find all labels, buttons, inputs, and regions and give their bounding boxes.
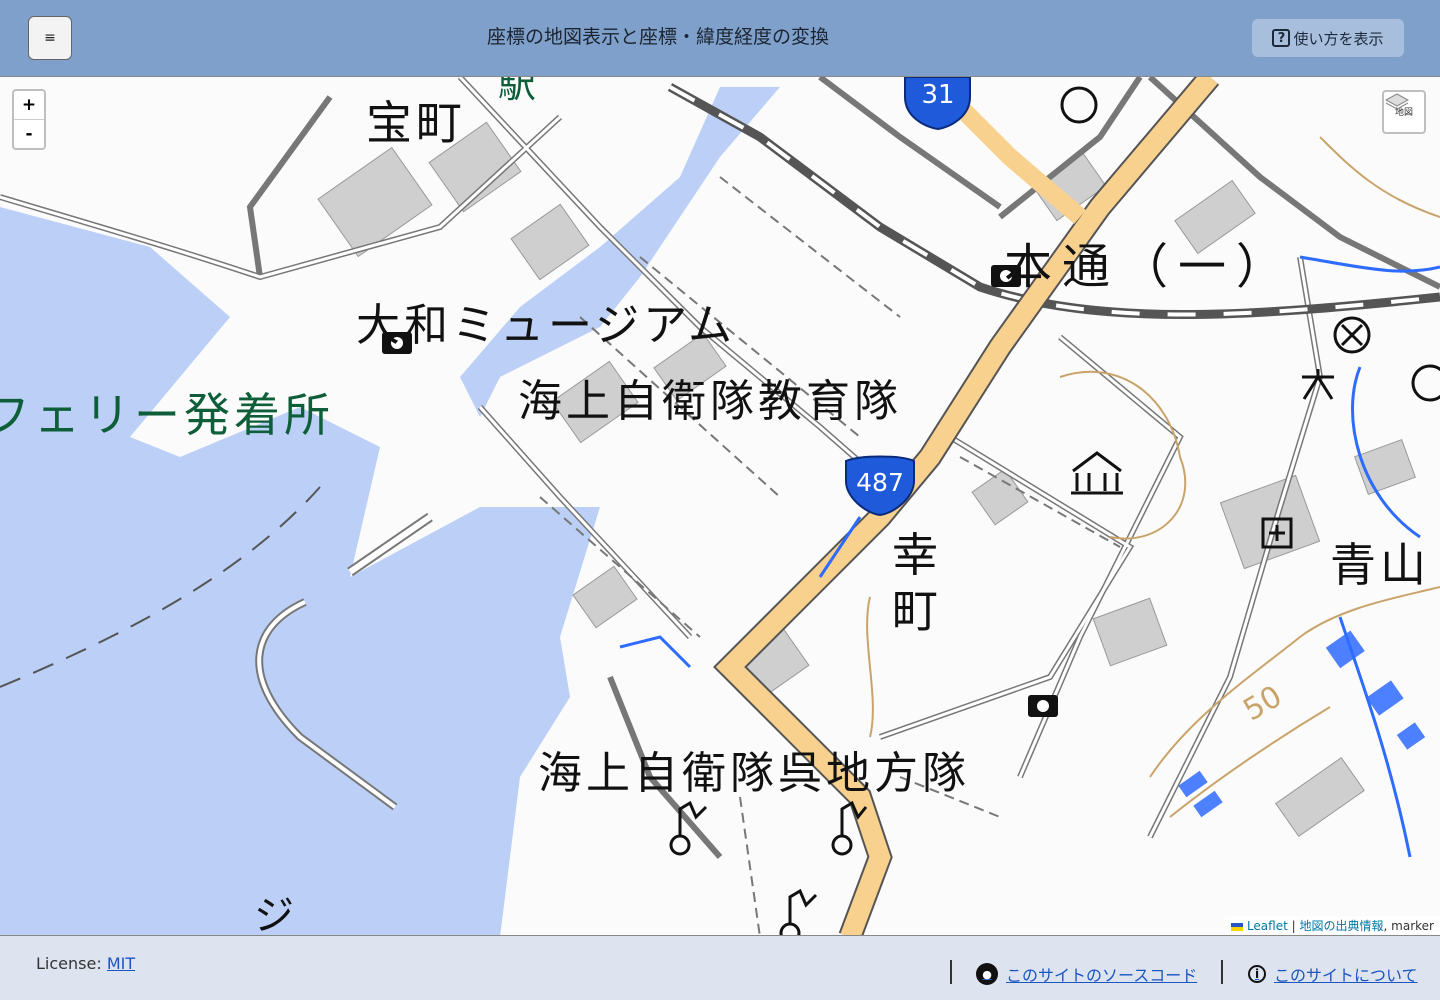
source-code-link[interactable]: ● このサイトのソースコード	[976, 962, 1197, 986]
ukraine-flag-icon	[1231, 922, 1244, 931]
footer-divider-1	[950, 960, 952, 984]
national-route-31	[943, 90, 1086, 224]
map-attribution: Leaflet | 地図の出典情報, marker	[1225, 916, 1440, 935]
label-aoyama: 青山	[1330, 538, 1430, 592]
show-usage-label: 使い方を表示	[1293, 29, 1384, 48]
label-jmsdf-kure: 海上自衛隊呉地方隊	[538, 748, 970, 799]
map-view[interactable]: 31 487 50 宝町 大和ミュージアム フェリー発着所 駅 海上自衛隊教育隊…	[0, 76, 1440, 936]
post-office-symbol	[1060, 86, 1098, 124]
about-link[interactable]: i このサイトについて	[1248, 962, 1418, 986]
app-header: ≡ 座標の地図表示と座標・緯度経度の変換 ? 使い方を表示	[0, 0, 1440, 76]
layers-icon	[1384, 93, 1410, 110]
footer-divider-2	[1221, 960, 1223, 984]
map-tiles: 31 487 50	[0, 77, 1440, 935]
route-shield-31: 31	[904, 77, 971, 131]
police-symbol-x	[1340, 323, 1364, 347]
national-route-487	[713, 77, 1220, 935]
license-info: License: MIT	[36, 954, 135, 973]
label-station-partial: 駅	[498, 76, 541, 106]
help-icon: ?	[1272, 29, 1291, 47]
monument-symbol-3	[788, 888, 818, 925]
label-ji: ジ	[254, 893, 298, 936]
route-487-label: 487	[856, 468, 904, 497]
museum-symbol	[1071, 451, 1123, 495]
layers-control[interactable]: 地図	[1382, 90, 1426, 134]
license-link[interactable]: MIT	[107, 954, 135, 973]
contour-50-label: 50	[1238, 679, 1289, 728]
label-hondori: 本通（一）	[1004, 239, 1295, 295]
show-usage-button[interactable]: ? 使い方を表示	[1252, 19, 1404, 57]
about-label: このサイトについて	[1274, 966, 1418, 985]
zoom-control: + -	[12, 89, 46, 150]
label-ferry-terminal: フェリー発着所	[0, 388, 334, 442]
police-symbol-2	[1411, 364, 1440, 402]
marker-attribution: marker	[1391, 919, 1434, 933]
route-31-label: 31	[921, 80, 954, 110]
attribution-separator: |	[1291, 919, 1296, 933]
leaflet-link[interactable]: Leaflet	[1247, 919, 1288, 933]
label-takaramachi: 宝町	[366, 96, 466, 150]
label-saiwaicho: 幸町	[892, 528, 938, 638]
label-yamato-museum: 大和ミュージアム	[356, 300, 737, 351]
info-icon: i	[1248, 965, 1266, 983]
app-footer: License: MIT ● このサイトのソースコード i このサイトについて	[0, 936, 1440, 1000]
map-source-link[interactable]: 地図の出典情報	[1300, 919, 1384, 933]
label-jmsdf-school: 海上自衛隊教育隊	[518, 376, 902, 427]
license-prefix: License:	[36, 954, 102, 973]
page-title: 座標の地図表示と座標・緯度経度の変換	[486, 26, 829, 48]
github-icon: ●	[976, 963, 998, 985]
zoom-out-button[interactable]: -	[14, 120, 44, 148]
source-code-label: このサイトのソースコード	[1006, 966, 1198, 985]
zoom-in-button[interactable]: +	[14, 91, 44, 120]
